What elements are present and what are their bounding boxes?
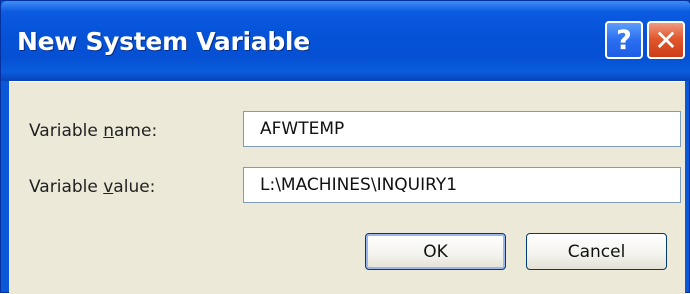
variable-value-label-part: alue: [113, 177, 156, 197]
variable-value-accelerator: v [103, 177, 114, 197]
help-icon: ? [616, 24, 632, 56]
title-bar[interactable]: New System Variable ? ✕ [1, 1, 690, 81]
close-button[interactable]: ✕ [647, 21, 685, 59]
dialog-body: Variable name: Variable value: OK Cancel [9, 81, 685, 294]
close-icon: ✕ [654, 23, 678, 57]
variable-value-field[interactable] [243, 167, 681, 203]
cancel-button[interactable]: Cancel [526, 233, 667, 270]
variable-value-label-part: Variable [29, 177, 104, 197]
dialog-title: New System Variable [17, 27, 310, 56]
variable-name-field[interactable] [243, 111, 681, 147]
ok-button[interactable]: OK [365, 233, 506, 270]
variable-name-accelerator: n [103, 121, 115, 141]
help-button[interactable]: ? [605, 21, 643, 59]
variable-name-label-part: ame: [114, 121, 158, 141]
variable-name-label-part: Variable [29, 121, 104, 141]
variable-value-label: Variable value: [29, 177, 155, 197]
variable-name-label: Variable name: [29, 121, 157, 141]
dialog-window: New System Variable ? ✕ Variable name: V… [0, 0, 690, 294]
